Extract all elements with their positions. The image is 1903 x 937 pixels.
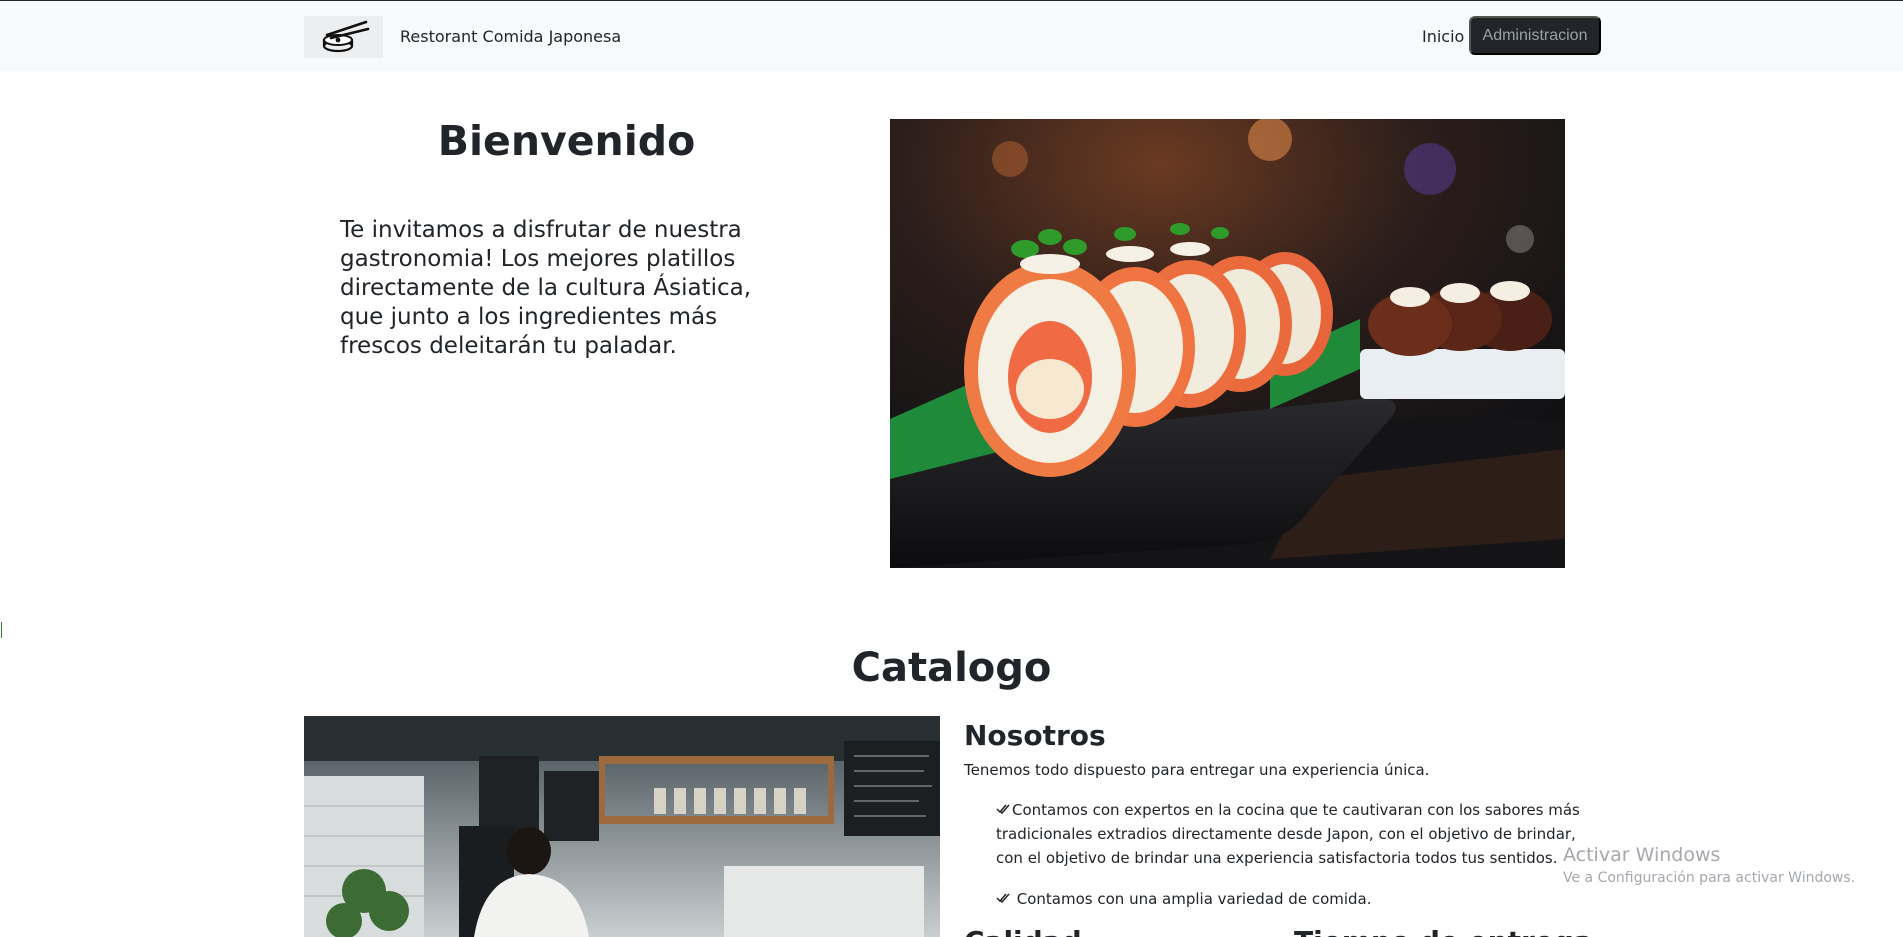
sushi-rolls-photo: [890, 119, 1565, 568]
hero-text: Te invitamos a disfrutar de nuestra gast…: [340, 217, 752, 359]
quality-heading: Calidad: [964, 925, 1082, 937]
navbar: Restorant Comida Japonesa Inicio Adminis…: [0, 1, 1903, 71]
sushi-image: [890, 119, 1565, 568]
kitchen-image: [304, 716, 940, 937]
nav-link-inicio[interactable]: Inicio: [1422, 27, 1464, 46]
kitchen-chef-photo: [304, 716, 940, 937]
brand-logo[interactable]: [304, 16, 383, 58]
windows-activation-title: Activar Windows: [1563, 844, 1721, 866]
feature-text: Contamos con expertos en la cocina que t…: [996, 801, 1580, 867]
catalog-title: Catalogo: [851, 645, 1052, 691]
double-check-icon: [996, 798, 1010, 822]
delivery-time-heading: Tiempo de entrega: [1294, 925, 1593, 937]
brand-name[interactable]: Restorant Comida Japonesa: [400, 27, 621, 46]
feature-text: Contamos con una amplia variedad de comi…: [1012, 890, 1372, 908]
feature-item: Contamos con expertos en la cocina que t…: [996, 798, 1596, 870]
feature-item: Contamos con una amplia variedad de comi…: [996, 887, 1596, 911]
about-description: Tenemos todo dispuesto para entregar una…: [964, 761, 1430, 779]
text-cursor: [1, 622, 2, 638]
about-title: Nosotros: [964, 719, 1106, 752]
chopsticks-sushi-icon: [322, 20, 369, 53]
hero-title: Bienvenido: [437, 117, 696, 165]
double-check-icon: [996, 887, 1010, 911]
windows-activation-subtitle: Ve a Configuración para activar Windows.: [1563, 870, 1856, 886]
admin-button[interactable]: Administracion: [1469, 16, 1601, 55]
